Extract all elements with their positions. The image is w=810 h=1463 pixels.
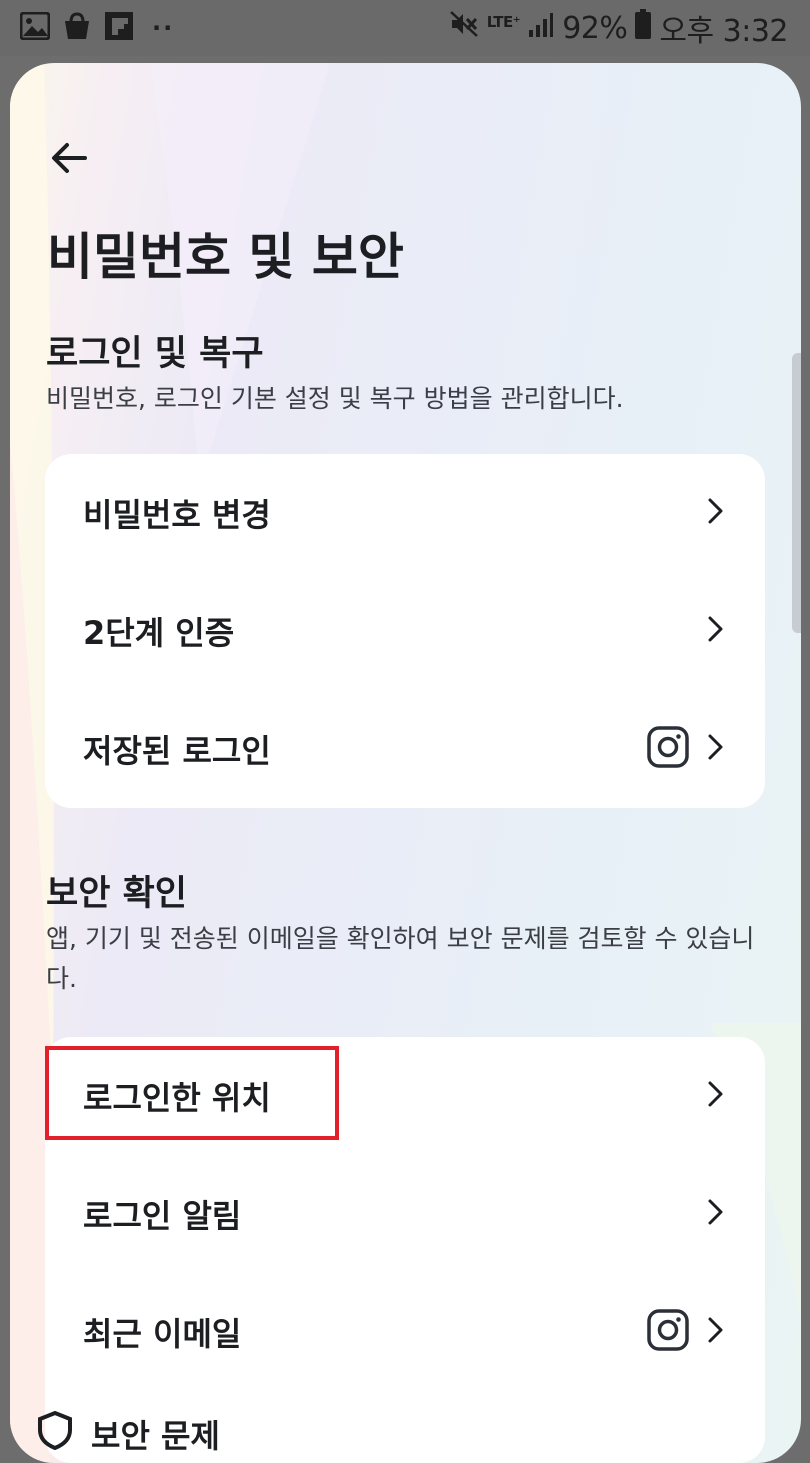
list-item-security-issues-peek[interactable]: 보안 문제 <box>35 1410 220 1458</box>
flipboard-icon <box>104 11 134 45</box>
section-description-security-checks: 앱, 기기 및 전송된 이메일을 확인하여 보안 문제를 검토할 수 있습니다. <box>46 924 755 993</box>
list-item-login-alerts[interactable]: 로그인 알림 <box>45 1155 765 1273</box>
list-item-label: 최근 이메일 <box>83 1315 242 1353</box>
chevron-right-icon <box>707 1080 725 1112</box>
row-trailing <box>707 615 725 647</box>
chevron-right-icon <box>707 1316 725 1348</box>
instagram-icon <box>647 1309 689 1355</box>
row-trailing <box>647 1309 725 1355</box>
security-sheet: 비밀번호 및 보안 로그인 및 복구 비밀번호, 로그인 기본 설정 및 복구 … <box>10 63 801 1463</box>
gallery-icon <box>19 11 51 44</box>
chevron-right-icon <box>707 497 725 529</box>
back-button[interactable] <box>44 135 94 185</box>
status-bar-system: LTE⁺ 92% 오후 3:32 <box>449 8 788 49</box>
clock: 오후 3:32 <box>659 14 788 49</box>
list-item-label: 2단계 인증 <box>83 614 235 652</box>
mute-vibrate-icon <box>449 9 479 47</box>
status-bar-notifications: ·· <box>19 11 175 45</box>
row-trailing <box>707 497 725 529</box>
page-title: 비밀번호 및 보안 <box>47 228 404 286</box>
list-item-recent-emails[interactable]: 최근 이메일 <box>45 1273 765 1391</box>
status-bar: ·· LTE⁺ 92% 오후 3:32 <box>0 0 810 56</box>
login-recovery-card: 비밀번호 변경 2단계 인증 저장된 로그인 <box>45 454 765 808</box>
list-item-label: 로그인한 위치 <box>83 1079 271 1117</box>
more-notifications-indicator: ·· <box>152 14 175 42</box>
list-item-where-logged-in[interactable]: 로그인한 위치 <box>45 1037 765 1155</box>
shield-icon <box>35 1410 75 1458</box>
list-item-label: 로그인 알림 <box>83 1197 242 1235</box>
security-checks-card: 로그인한 위치 로그인 알림 최근 이메일 <box>45 1037 765 1463</box>
network-type: LTE⁺ <box>486 12 521 31</box>
battery-percent: 92% <box>562 10 628 46</box>
shopping-bag-icon <box>62 11 92 45</box>
section-description-login-recovery: 비밀번호, 로그인 기본 설정 및 복구 방법을 관리합니다. <box>46 384 624 413</box>
list-item-label: 비밀번호 변경 <box>83 496 271 534</box>
row-trailing <box>647 726 725 772</box>
chevron-right-icon <box>707 615 725 647</box>
battery-icon <box>635 9 652 47</box>
section-title-login-recovery: 로그인 및 복구 <box>46 334 264 374</box>
chevron-right-icon <box>707 733 725 765</box>
row-trailing <box>707 1080 725 1112</box>
instagram-icon <box>647 726 689 772</box>
section-title-security-checks: 보안 확인 <box>46 874 187 914</box>
list-item-saved-login[interactable]: 저장된 로그인 <box>45 690 765 808</box>
list-item-change-password[interactable]: 비밀번호 변경 <box>45 454 765 572</box>
arrow-left-icon <box>49 141 89 179</box>
list-item-label: 저장된 로그인 <box>83 732 271 770</box>
row-trailing <box>707 1198 725 1230</box>
chevron-right-icon <box>707 1198 725 1230</box>
list-item-two-factor-auth[interactable]: 2단계 인증 <box>45 572 765 690</box>
signal-icon <box>528 11 554 46</box>
scroll-handle[interactable] <box>792 353 801 633</box>
list-item-label: 보안 문제 <box>91 1417 220 1455</box>
